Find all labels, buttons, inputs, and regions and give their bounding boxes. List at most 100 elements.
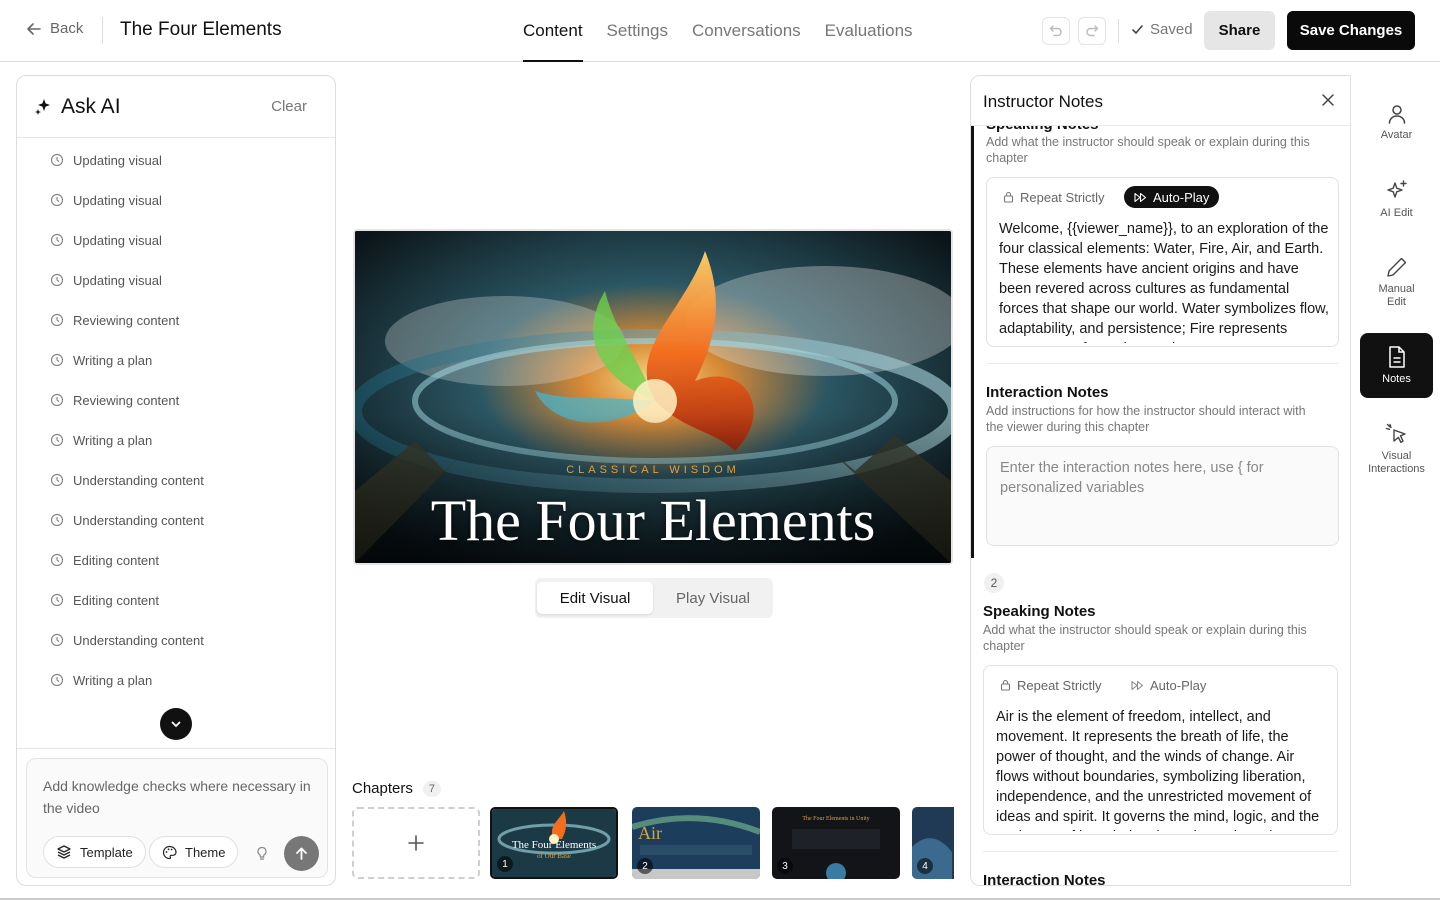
history-icon [50,673,64,687]
tab-conversations[interactable]: Conversations [692,0,801,62]
prompt-input[interactable] [43,775,313,823]
interaction-notes-help: Add instructions for how the instructor … [986,404,1306,434]
chapter-thumbnail-1[interactable]: The Four Elements of Our Base 1 [490,807,618,879]
list-item: Understanding content [50,510,204,530]
list-item: Understanding content [50,470,204,490]
history-icon [50,553,64,567]
document-icon [1388,346,1405,368]
saved-label: Saved [1150,21,1193,38]
divider [983,851,1338,852]
speaking-notes-help: Add what the instructor should speak or … [986,135,1310,165]
speaking-notes-label: Speaking Notes [983,603,1096,620]
check-icon [1132,25,1143,35]
edit-visual-button[interactable]: Edit Visual [537,582,653,614]
saved-status: Saved [1131,21,1193,38]
interaction-notes-input[interactable]: Enter the interaction notes here, use { … [986,446,1339,546]
course-title: The Four Elements [120,19,282,40]
thumbnail-number: 3 [777,858,793,874]
clear-button[interactable]: Clear [271,98,307,115]
close-icon[interactable] [1321,93,1335,107]
visual-preview[interactable]: CLASSICAL WISDOM The Four Elements [353,229,953,565]
add-chapter-button[interactable] [352,807,480,879]
cursor-click-icon [1385,423,1406,444]
pencil-icon [1386,257,1406,277]
lock-icon [1003,191,1014,203]
chapter-thumbnail-3[interactable]: The Four Elements in Unity 3 [772,807,900,879]
sidebar-item-visual-interactions[interactable]: Visual Interactions [1360,422,1433,478]
divider [102,17,103,44]
send-button[interactable] [284,836,319,871]
ask-ai-header: Ask AI Clear [17,76,335,138]
list-item: Reviewing content [50,390,179,410]
chapters-label: Chapters [352,780,413,797]
back-button[interactable]: Back [26,20,83,37]
chapter-thumbnail-4[interactable]: 4 [912,807,954,879]
person-icon [1388,105,1405,124]
chapter-thumbnails: The Four Elements of Our Base 1 Air 2 Th… [490,805,954,883]
prompt-box: Template Theme [26,758,328,878]
lightbulb-icon[interactable] [255,846,269,861]
template-button[interactable]: Template [43,836,146,868]
arrow-left-icon [27,22,41,35]
theme-button[interactable]: Theme [149,836,239,868]
ai-activity-list[interactable]: Updating visual Updating visual Updating… [17,139,335,749]
tab-settings[interactable]: Settings [607,0,668,62]
thumbnail-title: Air [638,823,662,843]
interaction-notes-label: Interaction Notes [983,872,1106,886]
visual-mode-toggle: Edit Visual Play Visual [535,578,773,618]
divider [986,363,1339,364]
tab-evaluations[interactable]: Evaluations [825,0,913,62]
play-visual-button[interactable]: Play Visual [655,582,771,614]
repeat-strictly-toggle[interactable]: Repeat Strictly [993,186,1115,208]
thumbnail-title: The Four Elements in Unity [802,816,870,822]
list-item: Reviewing content [50,310,179,330]
main-tabs: Content Settings Conversations Evaluatio… [523,0,913,62]
scroll-down-button[interactable] [160,708,192,740]
chevron-down-icon [171,721,181,728]
speaking-notes-text[interactable]: Air is the element of freedom, intellect… [996,707,1328,831]
list-item: Writing a plan [50,670,152,690]
chapter-1-notes: Speaking Notes Add what the instructor s… [971,116,1350,558]
top-bar: Back The Four Elements Content Settings … [0,0,1440,62]
speaking-notes-text[interactable]: Welcome, {{viewer_name}}, to an explorat… [999,219,1329,343]
save-changes-button[interactable]: Save Changes [1287,11,1415,50]
instructor-notes-panel: Speaking Notes Add what the instructor s… [970,75,1350,886]
lock-icon [1000,679,1011,691]
instructor-notes-header: Instructor Notes [971,76,1350,126]
sidebar-item-ai-edit[interactable]: AI Edit [1360,179,1433,229]
chapters-header: Chapters 7 [352,780,441,797]
theme-label: Theme [185,844,226,860]
share-button[interactable]: Share [1204,11,1275,50]
ask-ai-title: Ask AI [61,95,121,118]
repeat-strictly-toggle[interactable]: Repeat Strictly [990,674,1112,696]
list-item: Updating visual [50,150,162,170]
layers-icon [57,845,71,859]
history-icon [50,393,64,407]
speaking-notes-help: Add what the instructor should speak or … [983,623,1307,653]
redo-button[interactable] [1078,17,1106,45]
chapter-number-badge: 2 [984,573,1004,593]
sparkle-icon [35,99,50,115]
auto-play-toggle[interactable]: Auto-Play [1121,674,1216,696]
interaction-notes-label: Interaction Notes [986,384,1109,401]
instructor-notes-title: Instructor Notes [983,92,1103,111]
chapter-thumbnail-2[interactable]: Air 2 [632,807,760,879]
sidebar-item-notes[interactable]: Notes [1360,333,1433,398]
template-label: Template [80,844,133,860]
chapter-2-notes: 2 Speaking Notes Add what the instructor… [971,558,1350,886]
history-icon [50,513,64,527]
back-label: Back [50,20,84,37]
history-icon [50,313,64,327]
auto-play-toggle[interactable]: Auto-Play [1124,186,1220,208]
speaking-notes-editor[interactable]: Repeat Strictly Auto-Play Welcome, {{vie… [986,177,1339,347]
list-item: Updating visual [50,230,162,250]
plus-icon [408,835,424,851]
speaking-notes-editor[interactable]: Repeat Strictly Auto-Play Air is the ele… [983,665,1338,835]
sidebar-item-manual-edit[interactable]: Manual Edit [1360,255,1433,317]
tab-content[interactable]: Content [523,0,583,62]
history-icon [50,193,64,207]
history-icon [50,273,64,287]
sidebar-item-avatar[interactable]: Avatar [1360,103,1433,153]
arrow-up-icon [296,847,307,860]
undo-button[interactable] [1042,17,1070,45]
